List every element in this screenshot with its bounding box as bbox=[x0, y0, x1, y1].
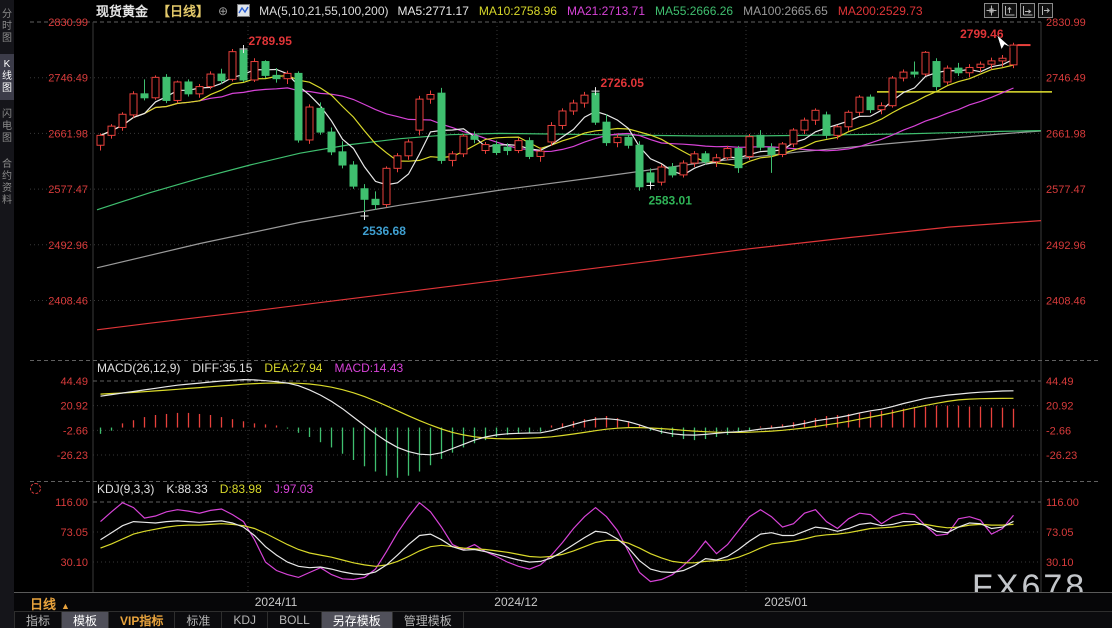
price-annotation: 2799.46 bbox=[960, 27, 1004, 41]
toolbar-tab-standard[interactable]: 标准 bbox=[175, 612, 222, 628]
pan-right-icon[interactable] bbox=[1038, 3, 1053, 18]
sidebar-item-kline-chart[interactable]: K线图 bbox=[0, 54, 14, 100]
svg-text:-2.66: -2.66 bbox=[1046, 425, 1071, 437]
svg-text:2661.98: 2661.98 bbox=[1046, 128, 1086, 140]
svg-text:2661.98: 2661.98 bbox=[48, 128, 88, 140]
kdj-d-value: D:83.98 bbox=[220, 482, 262, 496]
macd-title: MACD(26,12,9) bbox=[97, 361, 180, 375]
chart-toolbar-icons bbox=[984, 3, 1053, 18]
chart-header: 现货黄金 【日线】 ⊕ MA(5,10,21,55,100,200) MA5:2… bbox=[96, 3, 923, 18]
period-selector[interactable]: 日线 ▲ bbox=[30, 594, 70, 613]
price-annotation: 2583.01 bbox=[649, 193, 693, 207]
svg-text:116.00: 116.00 bbox=[55, 497, 88, 509]
toolbar-tab-indicators[interactable]: 指标 bbox=[14, 612, 62, 628]
ma200-value: MA200:2529.73 bbox=[838, 4, 923, 18]
svg-text:116.00: 116.00 bbox=[1046, 497, 1079, 509]
period-label: 【日线】 bbox=[157, 1, 209, 20]
bottom-toolbar: 指标模板VIP指标标准KDJBOLL另存模板管理模板 bbox=[14, 612, 1112, 628]
xaxis-date-label: 2024/12 bbox=[476, 595, 556, 609]
svg-text:2746.49: 2746.49 bbox=[1046, 73, 1086, 85]
svg-text:2492.96: 2492.96 bbox=[48, 240, 88, 252]
svg-text:44.49: 44.49 bbox=[1046, 376, 1074, 388]
indicator-type-icon[interactable] bbox=[237, 4, 250, 17]
ma21-value: MA21:2713.71 bbox=[567, 4, 645, 18]
sidebar-item-lightning-chart[interactable]: 闪电图 bbox=[0, 104, 14, 150]
ma10-value: MA10:2758.96 bbox=[479, 4, 557, 18]
svg-text:-26.23: -26.23 bbox=[57, 450, 88, 462]
svg-text:73.05: 73.05 bbox=[60, 527, 88, 539]
svg-text:2830.99: 2830.99 bbox=[48, 17, 88, 29]
chart-canvas[interactable]: 2830.99 2830.99 2746.49 2746.49 2661.98 2661.… bbox=[0, 0, 1112, 628]
svg-text:20.92: 20.92 bbox=[1046, 401, 1074, 413]
toolbar-tab-templates[interactable]: 模板 bbox=[62, 612, 109, 628]
macd-header: MACD(26,12,9) DIFF:35.15 DEA:27.94 MACD:… bbox=[97, 361, 403, 375]
ma-values: MA5:2771.17 MA10:2758.96 MA21:2713.71 MA55:… bbox=[398, 4, 923, 18]
scale-vertical-icon[interactable] bbox=[1002, 3, 1017, 18]
price-annotation: 2536.68 bbox=[363, 224, 407, 238]
ma100-value: MA100:2665.65 bbox=[743, 4, 828, 18]
svg-text:73.05: 73.05 bbox=[1046, 527, 1074, 539]
toolbar-tab-vip-indicators[interactable]: VIP指标 bbox=[109, 612, 175, 628]
toolbar-tab-kdj[interactable]: KDJ bbox=[222, 612, 268, 628]
price-annotation: 2726.05 bbox=[601, 76, 645, 90]
chevron-up-icon: ▲ bbox=[61, 601, 70, 611]
kdj-k-value: K:88.33 bbox=[166, 482, 207, 496]
toolbar-tab-save-template[interactable]: 另存模板 bbox=[322, 612, 393, 628]
svg-text:-26.23: -26.23 bbox=[1046, 450, 1077, 462]
svg-text:2408.46: 2408.46 bbox=[48, 296, 88, 308]
xaxis-date-label: 2025/01 bbox=[746, 595, 826, 609]
add-indicator-icon[interactable]: ⊕ bbox=[218, 4, 228, 18]
toolbar-tab-boll[interactable]: BOLL bbox=[268, 612, 322, 628]
kdj-header: KDJ(9,3,3) K:88.33 D:83.98 J:97.03 bbox=[97, 482, 313, 496]
svg-text:-2.66: -2.66 bbox=[63, 425, 88, 437]
svg-text:2492.96: 2492.96 bbox=[1046, 240, 1086, 252]
kdj-title: KDJ(9,3,3) bbox=[97, 482, 154, 496]
symbol-title: 现货黄金 bbox=[96, 1, 148, 20]
xaxis-row: 日线 ▲ 2024/11 2024/12 2025/01 bbox=[14, 592, 1112, 612]
scale-horizontal-icon[interactable] bbox=[1020, 3, 1035, 18]
svg-text:30.10: 30.10 bbox=[60, 557, 88, 569]
svg-text:2577.47: 2577.47 bbox=[48, 184, 88, 196]
svg-text:2577.47: 2577.47 bbox=[1046, 184, 1086, 196]
crosshair-icon[interactable] bbox=[984, 3, 999, 18]
kline-app: 2830.99 2830.99 2746.49 2746.49 2661.98 2661.… bbox=[0, 0, 1112, 628]
macd-macd-value: MACD:14.43 bbox=[334, 361, 403, 375]
ma55-value: MA55:2666.26 bbox=[655, 4, 733, 18]
sidebar-item-contract-info[interactable]: 合约资料 bbox=[0, 154, 14, 212]
svg-text:2746.49: 2746.49 bbox=[48, 73, 88, 85]
ma-params-label: MA(5,10,21,55,100,200) bbox=[259, 4, 388, 18]
xaxis-date-label: 2024/11 bbox=[236, 595, 316, 609]
svg-text:44.49: 44.49 bbox=[60, 376, 88, 388]
macd-dea-value: DEA:27.94 bbox=[264, 361, 322, 375]
kdj-j-value: J:97.03 bbox=[274, 482, 313, 496]
svg-text:2408.46: 2408.46 bbox=[1046, 296, 1086, 308]
svg-text:2830.99: 2830.99 bbox=[1046, 17, 1086, 29]
mouse-cursor bbox=[997, 35, 1011, 50]
left-sidebar: 分时图 K线图闪电图合约资料 bbox=[0, 0, 15, 628]
price-annotation: 2789.95 bbox=[249, 34, 293, 48]
panel-settings-icon[interactable] bbox=[30, 483, 41, 494]
toolbar-tab-manage-template[interactable]: 管理模板 bbox=[393, 612, 464, 628]
svg-text:20.92: 20.92 bbox=[60, 401, 88, 413]
period-selector-label: 日线 bbox=[30, 597, 56, 612]
macd-diff-value: DIFF:35.15 bbox=[192, 361, 252, 375]
ma5-value: MA5:2771.17 bbox=[398, 4, 469, 18]
sidebar-item-timeshare-chart[interactable]: 分时图 bbox=[0, 4, 14, 50]
